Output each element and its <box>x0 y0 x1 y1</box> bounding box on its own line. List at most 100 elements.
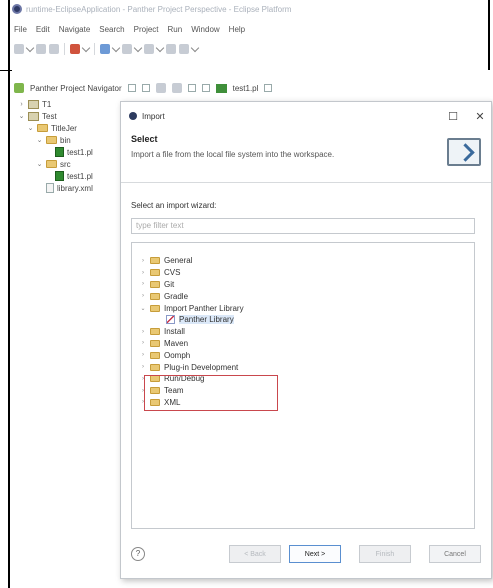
link-editor-icon[interactable] <box>155 83 166 93</box>
wizard-item-label: Import Panther Library <box>164 303 244 313</box>
finish-button[interactable]: Finish <box>359 545 411 563</box>
chevron-down-icon[interactable]: ⌄ <box>18 112 25 120</box>
menu-navigate[interactable]: Navigate <box>59 25 91 34</box>
chevron-right-icon[interactable]: › <box>140 329 146 335</box>
main-toolbar <box>14 40 484 58</box>
wizard-item[interactable]: › General <box>140 255 466 267</box>
menu-project[interactable]: Project <box>134 25 159 34</box>
chevron-right-icon[interactable]: › <box>140 293 146 299</box>
folder-icon <box>150 351 160 359</box>
chevron-down-icon[interactable]: ⌄ <box>36 136 43 144</box>
tab-panther-project-navigator[interactable]: Panther Project Navigator <box>30 84 122 93</box>
close-button[interactable]: ✕ <box>469 110 491 123</box>
tree-item[interactable]: test1.pl <box>14 170 126 182</box>
next-annotation-icon[interactable] <box>144 44 154 54</box>
chevron-down-icon[interactable] <box>155 43 165 52</box>
folder-icon <box>150 292 160 300</box>
next-button[interactable]: Next > <box>289 545 341 563</box>
debug-icon[interactable] <box>70 44 80 54</box>
wizard-item[interactable]: › Git <box>140 279 466 291</box>
chevron-right-icon[interactable]: › <box>140 258 146 264</box>
folder-icon <box>46 160 57 168</box>
import-wizard-icon <box>447 138 481 166</box>
maximize-view-icon[interactable] <box>201 84 210 92</box>
view-menu-icon[interactable] <box>171 83 182 93</box>
chevron-right-icon[interactable]: › <box>18 101 25 108</box>
wizard-item[interactable]: › Gradle <box>140 290 466 302</box>
maximize-button[interactable]: ☐ <box>442 110 464 123</box>
chevron-right-icon[interactable]: › <box>140 270 146 276</box>
tree-item[interactable]: test1.pl <box>14 146 126 158</box>
folder-icon <box>150 363 160 371</box>
tree-item[interactable]: library.xml <box>14 182 126 194</box>
dialog-footer: ? < Back Next > Finish Cancel <box>121 530 491 578</box>
project-icon <box>28 99 39 109</box>
folder-icon <box>150 257 160 265</box>
frame-right-edge <box>488 0 490 70</box>
chevron-down-icon[interactable] <box>25 43 35 52</box>
chevron-down-icon[interactable] <box>111 43 121 52</box>
forward-icon[interactable] <box>179 44 189 54</box>
wizard-item-label: Gradle <box>164 291 189 301</box>
back-button[interactable]: < Back <box>229 545 281 563</box>
file-icon <box>55 171 64 181</box>
view-tabs: Panther Project Navigator test1.pl <box>14 80 488 96</box>
wizard-item-label: Git <box>164 279 175 289</box>
folder-icon <box>150 269 160 277</box>
tab-editor-test1[interactable]: test1.pl <box>233 84 259 93</box>
panther-library-icon <box>166 315 175 325</box>
filter-input[interactable]: type filter text <box>131 218 475 234</box>
chevron-down-icon[interactable] <box>133 43 143 52</box>
menu-window[interactable]: Window <box>191 25 219 34</box>
toolbar-separator <box>94 43 95 55</box>
save-all-icon[interactable] <box>49 44 59 54</box>
new-file-icon[interactable] <box>14 44 24 54</box>
chevron-right-icon[interactable]: › <box>140 364 146 370</box>
tree-item[interactable]: ⌄ TitleJer <box>14 122 126 134</box>
navigator-view-icon <box>14 83 24 93</box>
folder-icon <box>150 304 160 312</box>
minimize-view-icon[interactable] <box>187 84 196 92</box>
wizard-item-label: CVS <box>164 268 181 278</box>
back-icon[interactable] <box>166 44 176 54</box>
tree-item-label: TitleJer <box>51 123 77 133</box>
cancel-button[interactable]: Cancel <box>429 545 481 563</box>
close-tab-icon[interactable] <box>264 84 273 92</box>
tree-item[interactable]: ⌄ src <box>14 158 126 170</box>
menu-help[interactable]: Help <box>229 25 245 34</box>
folder-icon <box>150 280 160 288</box>
highlight-annotation-box <box>144 375 278 411</box>
chevron-down-icon[interactable] <box>190 43 200 52</box>
chevron-right-icon[interactable]: › <box>140 352 146 358</box>
save-icon[interactable] <box>36 44 46 54</box>
menu-file[interactable]: File <box>14 25 27 34</box>
wizard-item[interactable]: › Plug-in Development <box>140 361 466 373</box>
wizard-item[interactable]: Panther Library <box>140 314 466 326</box>
chevron-down-icon[interactable]: ⌄ <box>27 124 34 132</box>
wizard-item[interactable]: › Maven <box>140 338 466 350</box>
tree-item[interactable]: ⌄ bin <box>14 134 126 146</box>
menu-edit[interactable]: Edit <box>36 25 50 34</box>
tree-item[interactable]: › T1 <box>14 98 126 110</box>
close-tab-icon[interactable] <box>127 84 136 92</box>
wizard-item-label: Install <box>164 327 185 337</box>
search-icon[interactable] <box>122 44 132 54</box>
chevron-down-icon[interactable]: ⌄ <box>140 305 146 312</box>
wizard-item[interactable]: › Oomph <box>140 349 466 361</box>
help-icon[interactable]: ? <box>131 547 145 561</box>
chevron-down-icon[interactable] <box>81 43 91 52</box>
tree-item-label: src <box>60 159 71 169</box>
menu-run[interactable]: Run <box>168 25 183 34</box>
menu-search[interactable]: Search <box>99 25 124 34</box>
wizard-header: Select Import a file from the local file… <box>121 130 491 182</box>
run-icon[interactable] <box>100 44 110 54</box>
tree-item[interactable]: ⌄ Test <box>14 110 126 122</box>
chevron-right-icon[interactable]: › <box>140 281 146 287</box>
dialog-app-icon <box>129 112 137 120</box>
wizard-item[interactable]: › Install <box>140 326 466 338</box>
chevron-right-icon[interactable]: › <box>140 340 146 346</box>
wizard-item[interactable]: › CVS <box>140 267 466 279</box>
wizard-item[interactable]: ⌄ Import Panther Library <box>140 302 466 314</box>
chevron-down-icon[interactable]: ⌄ <box>36 160 43 168</box>
collapse-all-icon[interactable] <box>141 84 150 92</box>
